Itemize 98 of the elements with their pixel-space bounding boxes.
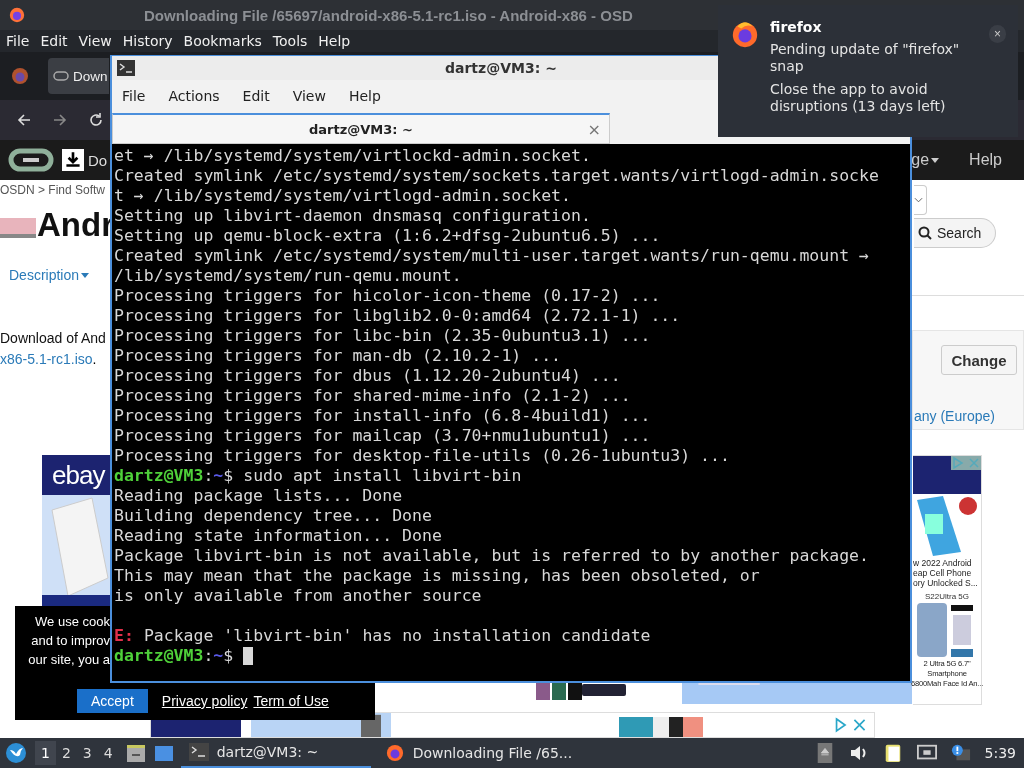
period-text: .	[92, 351, 97, 367]
ad-text: eap Cell Phone	[913, 568, 972, 578]
window-title: dartz@VM3: ~	[445, 60, 557, 76]
menu-item[interactable]: View	[292, 88, 326, 104]
menu-item[interactable]: Bookmarks	[183, 33, 262, 49]
breadcrumb: OSDN > Find Softw	[0, 183, 106, 197]
download-button[interactable]: Do	[62, 149, 108, 171]
nav-link[interactable]: ge	[911, 151, 930, 169]
workspace-button[interactable]: 1	[35, 741, 56, 765]
terminal-line: Setting up qemu-block-extra (1:6.2+dfsg-2ubuntu6.5) ...	[114, 226, 661, 246]
menu-item[interactable]: Edit	[40, 33, 68, 49]
ad-choices-icon[interactable]	[834, 717, 868, 733]
terminal-icon	[188, 743, 209, 761]
workspace-button[interactable]: 2	[55, 741, 77, 765]
menu-item[interactable]: File	[6, 33, 30, 49]
firefox-icon	[8, 6, 26, 24]
bird-icon[interactable]	[5, 742, 27, 764]
terminal-line: Processing triggers for install-info (6.8-4build1) ...	[114, 406, 651, 426]
accept-button[interactable]: Accept	[77, 689, 148, 713]
firefox-icon[interactable]	[10, 66, 30, 86]
folder-icon[interactable]	[124, 742, 147, 764]
menu-item[interactable]: Help	[348, 88, 381, 104]
clock[interactable]: 5:39	[984, 745, 1016, 761]
shell-prompt: dartz@VM3:~$	[114, 466, 234, 486]
menu-item[interactable]: Edit	[242, 88, 270, 104]
download-text: Download of And	[0, 330, 106, 346]
terminal-line: This may mean that the package is missing, has been obsoleted, or	[114, 566, 760, 586]
brand-logo: ebay	[52, 459, 105, 491]
terminal-line: Processing triggers for desktop-file-utils (0.26-1ubuntu3) ...	[114, 446, 730, 466]
chevron-icon	[914, 197, 923, 203]
error-message: Package 'libvirt-bin' has no installation candidate	[143, 626, 651, 646]
reload-icon[interactable]	[88, 112, 104, 128]
terminal-line: Created symlink /etc/systemd/system/multi-user.target.wants/run-qemu.mount →	[114, 246, 869, 266]
project-logo-icon	[0, 218, 36, 238]
terminal-line: Processing triggers for dbus (1.12.20-2ubuntu4) ...	[114, 366, 621, 386]
logo-icon[interactable]	[8, 148, 54, 172]
firefox-icon	[384, 744, 405, 762]
search-button[interactable]: Search	[914, 218, 997, 248]
file-link[interactable]: x86-5.1-rc1.iso	[0, 351, 93, 367]
terminal-line: is only available from another source	[114, 586, 482, 606]
terminal-line: Processing triggers for libglib2.0-0:amd64 (2.72.1-1) ...	[114, 306, 681, 326]
change-button[interactable]: Change	[941, 345, 1017, 375]
terminal-line: Reading package lists... Done	[114, 486, 403, 506]
browser-tab[interactable]: Down	[48, 58, 109, 94]
workspace-button[interactable]: 3	[76, 741, 98, 765]
terminal-line: Setting up libvirt-daemon dnsmasq configuration.	[114, 206, 591, 226]
window-title: Downloading File /65697/android-x86-5.1-rc1.iso - Android-x86 - OSD	[144, 6, 633, 24]
terminal-line: /lib/systemd/system/run-qemu.mount.	[114, 266, 462, 286]
notification-title: firefox	[770, 19, 823, 35]
terminal-line: Processing triggers for shared-mime-info (2.1-2) ...	[114, 386, 631, 406]
mirror-link[interactable]: any (Europe)	[914, 408, 995, 424]
terminal-line: Created symlink /etc/systemd/system/sockets.target.wants/virtlogd-admin.socke	[114, 166, 879, 186]
back-icon[interactable]	[16, 112, 32, 128]
command-text: sudo apt install libvirt-bin	[243, 466, 522, 486]
dropdown-field[interactable]	[914, 185, 927, 215]
nav-link[interactable]: Help	[969, 151, 1002, 169]
terminal-line: Processing triggers for hicolor-icon-theme (0.17-2) ...	[114, 286, 661, 306]
terminal-line: Package libvirt-bin is not available, but is referred to by another package.	[114, 546, 869, 566]
notification-text: Close the app to avoid disruptions (13 days left)	[770, 81, 947, 115]
ad-text: w 2022 Android	[913, 558, 972, 568]
description-tab[interactable]: Description	[9, 267, 80, 283]
cookie-text: We use cook	[35, 613, 110, 631]
policy-link[interactable]: Term of Use	[253, 693, 329, 709]
update-icon[interactable]	[950, 743, 971, 763]
pill-icon	[53, 71, 69, 81]
advertisement[interactable]	[150, 712, 875, 738]
terminal-icon[interactable]	[117, 60, 135, 76]
forward-icon[interactable]	[52, 112, 68, 128]
terminal-line: t → /lib/systemd/system/virtlogd-admin.socket.	[114, 186, 571, 206]
workspace-button[interactable]: 4	[97, 741, 119, 765]
cookie-text: our site, you a	[28, 651, 110, 669]
close-button[interactable]: ×	[988, 25, 1006, 43]
terminal-line: Reading state information... Done	[114, 526, 442, 546]
menu-item[interactable]: Actions	[168, 88, 220, 104]
menu-item[interactable]: Help	[318, 33, 351, 49]
search-icon	[918, 226, 932, 240]
terminal-line: Building dependency tree... Done	[114, 506, 432, 526]
terminal-line: Processing triggers for mailcap (3.70+nmu1ubuntu1) ...	[114, 426, 651, 446]
terminal-line: Processing triggers for libc-bin (2.35-0ubuntu3.1) ...	[114, 326, 651, 346]
error-label: E:	[114, 626, 134, 646]
notification-text: Pending update of "firefox" snap	[770, 41, 961, 75]
shell-prompt: dartz@VM3:~$	[114, 646, 234, 666]
menu-item[interactable]: Tools	[272, 33, 308, 49]
ad-text: ory Unlocked S...	[913, 578, 978, 588]
firefox-icon	[730, 19, 760, 49]
terminal-line: Processing triggers for man-db (2.10.2-1) ...	[114, 346, 562, 366]
terminal-tab[interactable]: dartz@VM3: ~ ×	[112, 113, 610, 144]
taskbar-button[interactable]: Downloading File /65...	[376, 738, 581, 768]
cookie-text: and to improv	[31, 632, 110, 650]
terminal-line: et → /lib/systemd/system/virtlockd-admin.socket.	[114, 146, 591, 166]
policy-link[interactable]: Privacy policy	[161, 693, 248, 709]
ad-text: S22Ultra 5G	[925, 592, 969, 601]
ad-banner[interactable]: ebay	[42, 455, 110, 495]
page-heading: Andr	[37, 206, 114, 244]
taskbar-button[interactable]: dartz@VM3: ~	[180, 738, 371, 768]
menu-item[interactable]: History	[122, 33, 173, 49]
menu-item[interactable]: View	[78, 33, 112, 49]
menu-item[interactable]: File	[122, 88, 146, 104]
